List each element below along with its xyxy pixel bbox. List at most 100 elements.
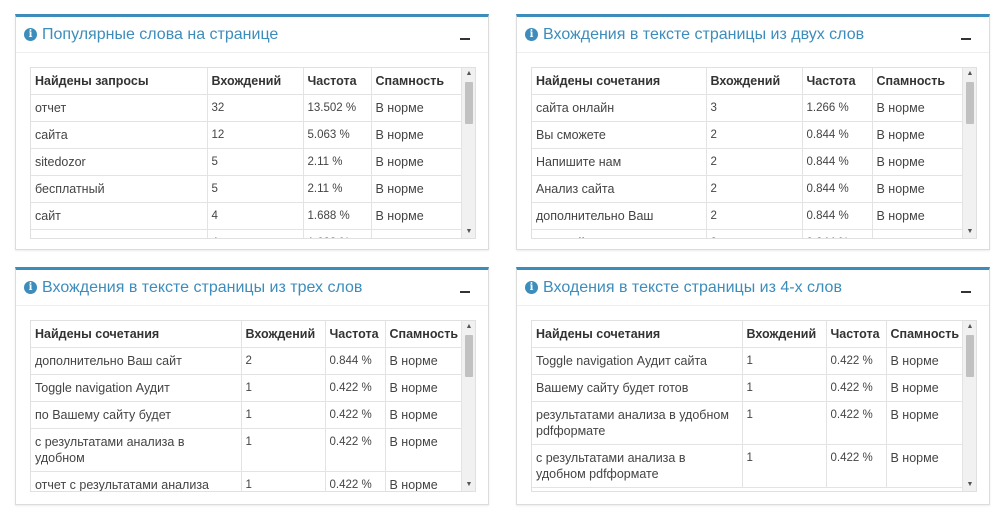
cell-phrase: сайт [31,202,208,230]
table-row: дополнительно Ваш 2 0.844 % В норме [532,202,964,230]
cell-spam: В норме [385,471,463,491]
table-row: результатами анализа в удобном pdfформат… [532,401,964,445]
scroll-up-arrow-icon[interactable]: ▲ [462,68,475,80]
cell-frequency: 0.844 % [802,202,873,230]
column-header[interactable]: Частота [303,68,372,95]
cell-frequency: 13.502 % [303,94,372,122]
panel-three-word-phrases: i Вхождения в тексте страницы из трех сл… [15,267,489,505]
data-table: Найдены сочетания Вхождений Частота Спам… [532,68,964,238]
cell-spam: В норме [371,229,463,238]
column-header[interactable]: Найдены запросы [31,68,208,95]
scroll-down-arrow-icon[interactable]: ▼ [462,226,475,238]
vertical-scrollbar[interactable]: ▲ ▼ [461,321,475,491]
scroll-thumb[interactable] [966,82,974,124]
column-header[interactable]: Найдены сочетания [532,68,707,95]
cell-frequency: 5.063 % [303,121,372,149]
column-header[interactable]: Частота [802,68,873,95]
panel-header: i Вхождения в тексте страницы из двух сл… [517,17,989,53]
column-header[interactable]: Спамность [872,68,964,95]
column-header[interactable]: Найдены сочетания [31,321,242,348]
cell-count: 1 [241,401,326,429]
vertical-scrollbar[interactable]: ▲ ▼ [461,68,475,238]
cell-frequency: 1.688 % [303,202,372,230]
table-row: отчет с результатами анализа 1 0.422 % В но… [31,471,463,491]
collapse-button[interactable] [961,38,971,40]
column-header[interactable]: Спамность [385,321,463,348]
cell-count: 3 [706,94,803,122]
cell-frequency: 0.844 % [325,347,386,375]
cell-spam: В норме [886,444,964,488]
scroll-down-arrow-icon[interactable]: ▼ [963,479,976,491]
table-scroll-area[interactable]: Найдены сочетания Вхождений Частота Спам… [531,320,977,492]
cell-count: 2 [706,202,803,230]
panel-title: Вхождения в тексте страницы из трех слов [42,278,363,296]
cell-count: 2 [706,121,803,149]
table-row: сайта 12 5.063 % В норме [31,121,463,149]
cell-phrase: Вы сможете [532,121,707,149]
cell-frequency: 0.422 % [325,401,386,429]
cell-phrase: Анализ сайта [532,175,707,203]
cell-frequency: 2.11 % [303,175,372,203]
column-header[interactable]: Вхождений [742,321,827,348]
column-header[interactable]: Спамность [371,68,463,95]
cell-count: 12 [207,121,304,149]
cell-phrase: Напишите нам [532,148,707,176]
scroll-thumb[interactable] [465,335,473,377]
scroll-thumb[interactable] [465,82,473,124]
cell-spam: В норме [872,148,964,176]
column-header[interactable]: Вхождений [241,321,326,348]
cell-frequency: 0.422 % [325,374,386,402]
table-scroll-area[interactable]: Найдены сочетания Вхождений Частота Спам… [531,67,977,239]
cell-spam: В норме [872,202,964,230]
collapse-button[interactable] [961,291,971,293]
panel-header: i Вхождения в тексте страницы из трех сл… [16,270,488,306]
cell-count: 1 [241,428,326,472]
column-header[interactable]: Частота [325,321,386,348]
cell-phrase: с результатами анализа в удобном [31,428,242,472]
collapse-button[interactable] [460,38,470,40]
cell-count: 1 [742,347,827,375]
table-row: отчет 32 13.502 % В норме [31,94,463,122]
scroll-up-arrow-icon[interactable]: ▲ [462,321,475,333]
collapse-button[interactable] [460,291,470,293]
table-row: Вашему сайту будет готов 1 0.422 % В норме [532,374,964,402]
cell-spam: В норме [872,229,964,238]
scroll-thumb[interactable] [966,335,974,377]
table-header-row: Найдены сочетания Вхождений Частота Спам… [532,321,964,348]
cell-phrase: Вашему сайту будет готов [532,374,743,402]
table-row: Toggle navigation Аудит сайта 1 0.422 % В н… [532,347,964,375]
panel-title: Вхождения в тексте страницы из двух слов [543,25,865,43]
column-header[interactable]: Найдены сочетания [532,321,743,348]
cell-spam: В норме [886,401,964,445]
column-header[interactable]: Спамность [886,321,964,348]
panel-title: Популярные слова на странице [42,25,279,43]
cell-spam: В норме [872,94,964,122]
cell-frequency: 0.844 % [802,229,873,238]
table-row: Toggle navigation Аудит 1 0.422 % В норме [31,374,463,402]
table-row: бесплатный 5 2.11 % В норме [31,175,463,203]
cell-phrase: результатами анализа в удобном pdfформат… [532,401,743,445]
column-header[interactable]: Вхождений [207,68,304,95]
cell-count: 5 [207,175,304,203]
scroll-down-arrow-icon[interactable]: ▼ [963,226,976,238]
scroll-up-arrow-icon[interactable]: ▲ [963,321,976,333]
cell-frequency: 0.422 % [325,428,386,472]
cell-phrase: бесплатный [31,175,208,203]
cell-count: 1 [742,401,827,445]
table-scroll-area[interactable]: Найдены сочетания Вхождений Частота Спам… [30,320,476,492]
cell-phrase: как [31,229,208,238]
column-header[interactable]: Вхождений [706,68,803,95]
vertical-scrollbar[interactable]: ▲ ▼ [962,321,976,491]
cell-frequency: 1.266 % [802,94,873,122]
table-scroll-area[interactable]: Найдены запросы Вхождений Частота Спамно… [30,67,476,239]
scroll-up-arrow-icon[interactable]: ▲ [963,68,976,80]
column-header[interactable]: Частота [826,321,887,348]
vertical-scrollbar[interactable]: ▲ ▼ [962,68,976,238]
info-icon: i [525,28,538,41]
table-header-row: Найдены сочетания Вхождений Частота Спам… [532,68,964,95]
cell-spam: В норме [385,428,463,472]
panel-four-word-phrases: i Входения в тексте страницы из 4-х слов… [516,267,990,505]
scroll-down-arrow-icon[interactable]: ▼ [462,479,475,491]
info-icon: i [525,281,538,294]
cell-frequency: 1.688 % [303,229,372,238]
